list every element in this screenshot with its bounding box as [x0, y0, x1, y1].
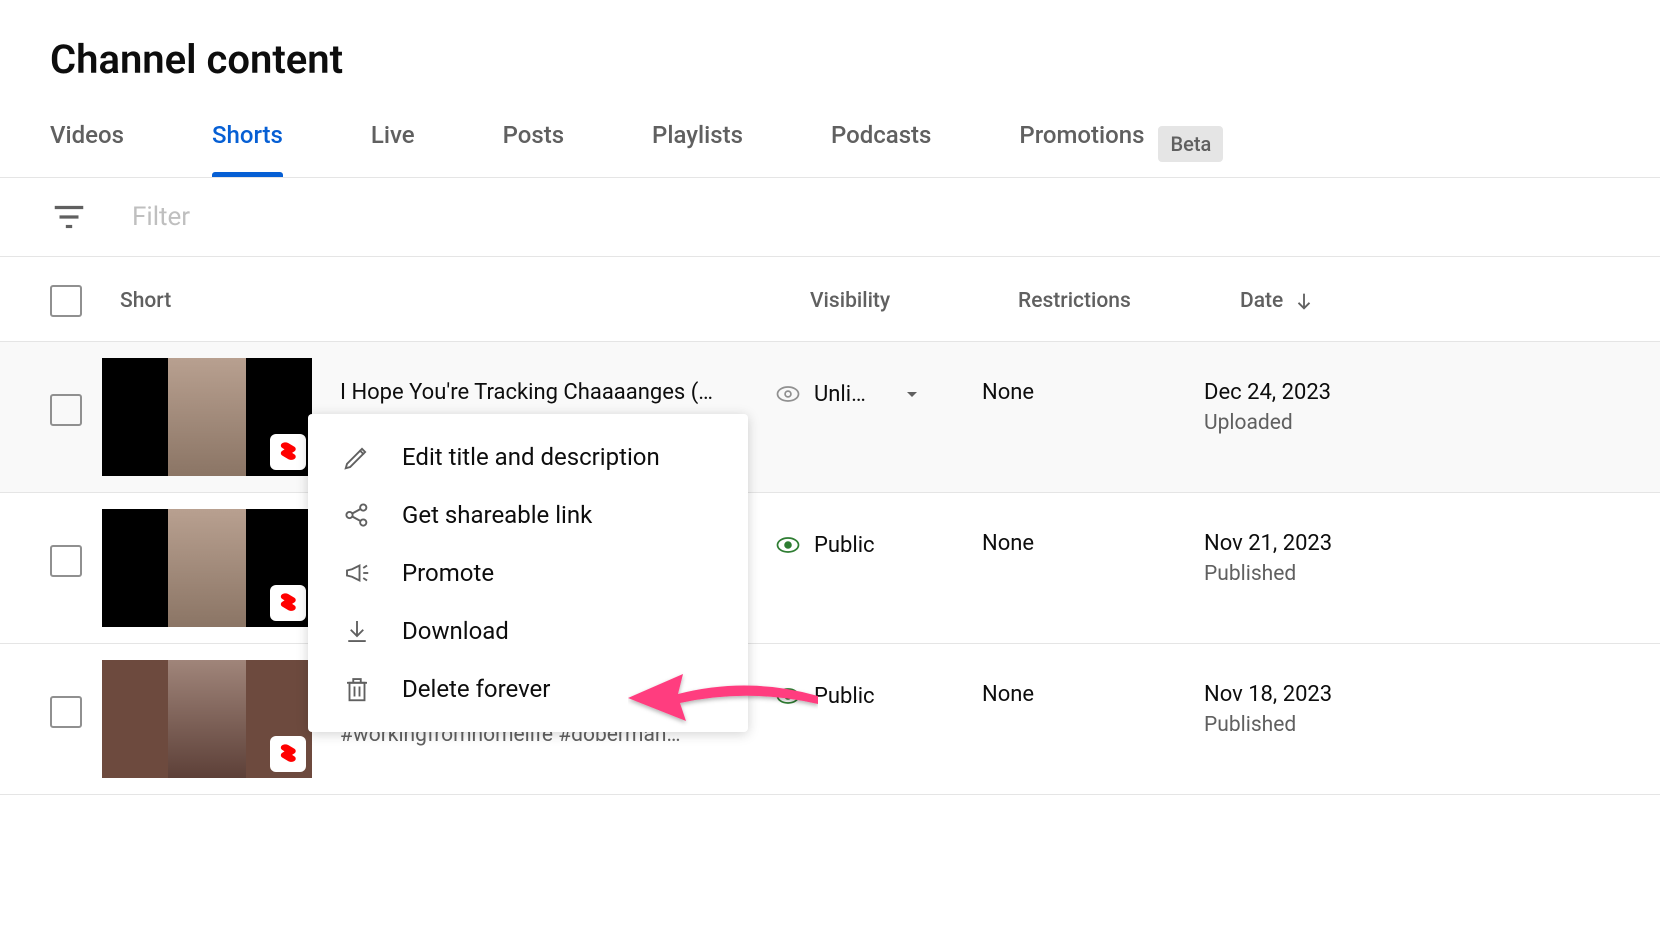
tab-playlists[interactable]: Playlists [652, 111, 743, 177]
date-text: Nov 18, 2023 [1204, 682, 1404, 707]
date-cell: Nov 18, 2023 Published [1204, 660, 1404, 737]
tab-shorts[interactable]: Shorts [212, 111, 283, 177]
pencil-icon [342, 442, 372, 472]
tab-live[interactable]: Live [371, 111, 415, 177]
thumbnail[interactable] [102, 660, 312, 778]
visibility-text: Unli… [814, 382, 866, 407]
download-icon [342, 616, 372, 646]
restrictions-cell: None [982, 660, 1204, 707]
row-checkbox[interactable] [50, 394, 82, 426]
visibility-cell[interactable]: Unli… [774, 358, 982, 408]
visibility-unlisted-icon [774, 380, 802, 408]
column-date[interactable]: Date [1240, 289, 1440, 313]
visibility-cell[interactable]: Public [774, 509, 982, 559]
menu-download[interactable]: Download [308, 602, 748, 660]
table-row[interactable]: Public None Nov 21, 2023 Published [0, 493, 1660, 644]
date-status: Uploaded [1204, 411, 1404, 435]
menu-promote[interactable]: Promote [308, 544, 748, 602]
tab-podcasts[interactable]: Podcasts [831, 111, 931, 177]
restrictions-cell: None [982, 509, 1204, 556]
column-visibility[interactable]: Visibility [810, 289, 1018, 313]
visibility-text: Public [814, 684, 875, 709]
menu-label: Download [402, 617, 509, 645]
shorts-badge-icon [270, 585, 306, 621]
shorts-badge-icon [270, 736, 306, 772]
menu-share-link[interactable]: Get shareable link [308, 486, 748, 544]
row-checkbox[interactable] [50, 545, 82, 577]
share-icon [342, 500, 372, 530]
filter-input[interactable]: Filter [132, 202, 190, 232]
sort-down-icon [1293, 290, 1315, 312]
tab-posts[interactable]: Posts [503, 111, 564, 177]
visibility-text: Public [814, 533, 875, 558]
trash-icon [342, 674, 372, 704]
filter-icon[interactable] [50, 198, 88, 236]
column-restrictions[interactable]: Restrictions [1018, 289, 1240, 313]
menu-label: Get shareable link [402, 501, 592, 529]
menu-label: Delete forever [402, 675, 550, 703]
video-title[interactable]: I Hope You're Tracking Chaaaanges (… [340, 380, 774, 405]
title-block: I Hope You're Tracking Chaaaanges (… [340, 358, 774, 405]
megaphone-icon [342, 558, 372, 588]
menu-label: Edit title and description [402, 443, 660, 471]
date-cell: Dec 24, 2023 Uploaded [1204, 358, 1404, 435]
annotation-arrow [628, 656, 818, 736]
table-row[interactable]: I Hope You're Tracking Chaaaanges (… Unl… [0, 342, 1660, 493]
shorts-badge-icon [270, 434, 306, 470]
tab-videos[interactable]: Videos [50, 111, 124, 177]
column-short[interactable]: Short [120, 289, 810, 313]
row-checkbox[interactable] [50, 696, 82, 728]
date-status: Published [1204, 562, 1404, 586]
menu-edit-title[interactable]: Edit title and description [308, 428, 748, 486]
date-cell: Nov 21, 2023 Published [1204, 509, 1404, 586]
beta-badge: Beta [1158, 126, 1223, 162]
date-status: Published [1204, 713, 1404, 737]
date-text: Dec 24, 2023 [1204, 380, 1404, 405]
date-text: Nov 21, 2023 [1204, 531, 1404, 556]
tabs: Videos Shorts Live Posts Playlists Podca… [0, 111, 1660, 178]
filter-row: Filter [0, 178, 1660, 257]
select-all-checkbox[interactable] [50, 285, 82, 317]
table-row[interactable]: Do you have an "assistant" too? #working… [0, 644, 1660, 795]
tab-promotions[interactable]: Promotions [1019, 111, 1144, 177]
restrictions-cell: None [982, 358, 1204, 405]
page-title: Channel content [0, 0, 1660, 111]
dropdown-icon[interactable] [900, 382, 924, 406]
menu-label: Promote [402, 559, 494, 587]
table-header: Short Visibility Restrictions Date [0, 257, 1660, 342]
thumbnail[interactable] [102, 509, 312, 627]
visibility-public-icon [774, 531, 802, 559]
column-date-label: Date [1240, 289, 1283, 313]
thumbnail[interactable] [102, 358, 312, 476]
